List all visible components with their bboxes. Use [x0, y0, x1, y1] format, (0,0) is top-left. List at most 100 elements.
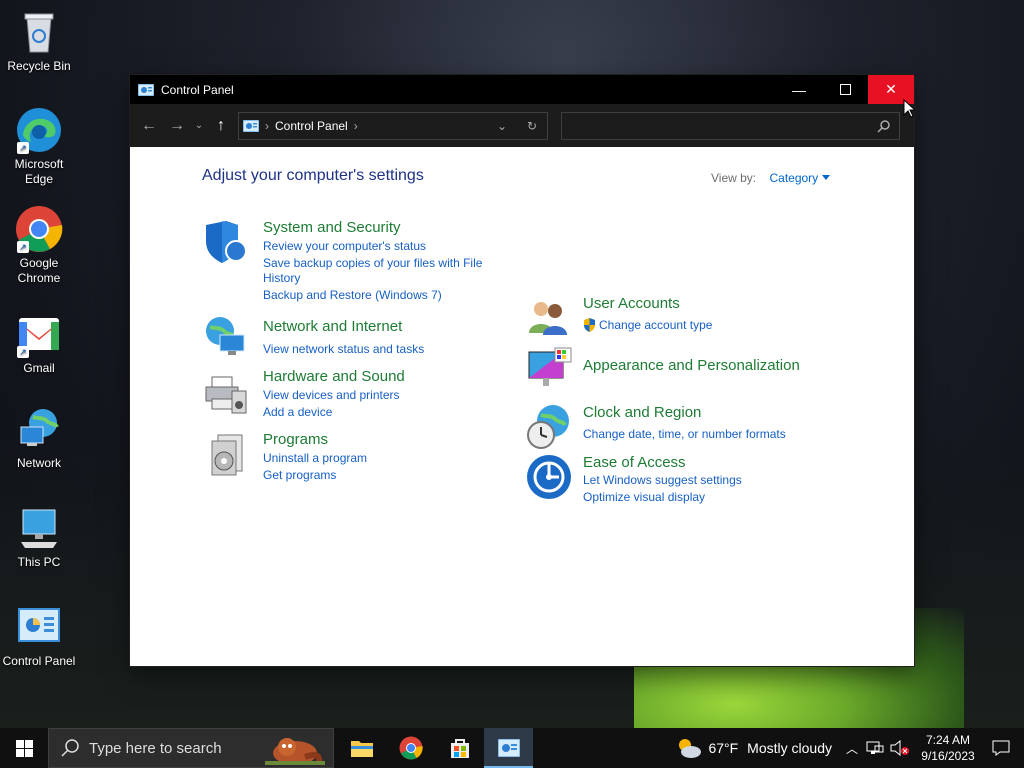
- edge-icon: ↗: [15, 106, 63, 154]
- up-button[interactable]: ↑: [207, 112, 235, 140]
- red-panda-search-highlight-icon: [265, 738, 325, 765]
- link-devices-printers[interactable]: View devices and printers: [263, 388, 400, 403]
- breadcrumb-separator-icon[interactable]: ›: [354, 119, 358, 133]
- desktop-icon-label: Microsoft Edge: [14, 157, 64, 186]
- clock-time: 7:24 AM: [925, 733, 971, 747]
- address-dropdown-button[interactable]: ⌄: [487, 119, 517, 133]
- ease-of-access-icon[interactable]: [525, 453, 573, 501]
- link-add-device[interactable]: Add a device: [263, 405, 332, 420]
- taskbar-control-panel[interactable]: [484, 728, 533, 768]
- category-clock-and-region[interactable]: Clock and Region: [583, 404, 701, 421]
- uac-shield-icon: [584, 318, 595, 332]
- recycle-bin-icon: [15, 8, 63, 56]
- refresh-icon: ↻: [526, 118, 538, 133]
- desktop-icon-edge[interactable]: ↗ Microsoft Edge: [0, 106, 78, 187]
- chevron-down-icon: ⌄: [496, 118, 508, 133]
- shortcut-arrow-icon: ↗: [17, 142, 29, 154]
- view-by-control: View by: Category: [711, 171, 831, 185]
- start-button[interactable]: [0, 728, 48, 768]
- search-box[interactable]: [561, 111, 900, 140]
- chevron-up-icon: ︿: [845, 741, 858, 756]
- taskbar: Type here to search 67°F Mostly cloudy ︿…: [0, 728, 1024, 768]
- forward-button[interactable]: →: [163, 112, 191, 140]
- link-backup-restore[interactable]: Backup and Restore (Windows 7): [263, 288, 442, 303]
- show-hidden-icons-button[interactable]: ︿: [846, 740, 858, 757]
- category-network-and-internet[interactable]: Network and Internet: [263, 318, 402, 335]
- taskbar-search-box[interactable]: Type here to search: [48, 728, 334, 768]
- taskbar-file-explorer[interactable]: [337, 728, 386, 768]
- up-arrow-icon: ↑: [217, 116, 225, 134]
- desktop-icon-this-pc[interactable]: This PC: [0, 504, 78, 570]
- link-optimize-display[interactable]: Optimize visual display: [583, 490, 705, 505]
- user-accounts-icon[interactable]: [525, 293, 573, 341]
- clock-date: 9/16/2023: [921, 749, 975, 763]
- view-by-dropdown[interactable]: Category: [769, 171, 818, 185]
- windows-logo-icon: [15, 739, 33, 757]
- refresh-button[interactable]: ↻: [517, 119, 547, 133]
- window-title: Control Panel: [161, 82, 234, 97]
- desktop-icon-chrome[interactable]: ↗ Google Chrome: [0, 205, 78, 286]
- category-user-accounts[interactable]: User Accounts: [583, 295, 680, 312]
- folder-icon: [350, 741, 373, 757]
- link-review-status[interactable]: Review your computer's status: [263, 239, 426, 254]
- recent-locations-button[interactable]: ⌄: [191, 112, 207, 140]
- desktop-icon-network[interactable]: Network: [0, 405, 78, 471]
- search-icon: [61, 739, 79, 757]
- category-ease-of-access[interactable]: Ease of Access: [583, 454, 686, 471]
- forward-arrow-icon: →: [169, 116, 185, 134]
- category-programs[interactable]: Programs: [263, 431, 328, 448]
- address-bar[interactable]: › Control Panel › ⌄ ↻: [238, 111, 548, 140]
- system-tray: 67°F Mostly cloudy ︿ 7:24 AM 9/16/2023: [676, 728, 1024, 768]
- gmail-icon: ↗: [15, 310, 63, 358]
- page-title: Adjust your computer's settings: [202, 167, 424, 184]
- category-appearance-and-personalization[interactable]: Appearance and Personalization: [583, 357, 800, 374]
- taskbar-search-placeholder: Type here to search: [89, 739, 222, 757]
- breadcrumb-separator-icon[interactable]: ›: [265, 119, 269, 133]
- link-suggest-settings[interactable]: Let Windows suggest settings: [583, 473, 742, 488]
- navigation-bar: ← → ⌄ ↑ › Control Panel › ⌄ ↻: [130, 104, 914, 147]
- desktop-icon-recycle-bin[interactable]: Recycle Bin: [0, 8, 78, 74]
- category-system-and-security[interactable]: System and Security: [263, 219, 401, 236]
- programs-icon[interactable]: [202, 431, 250, 479]
- desktop-icon-control-panel[interactable]: Control Panel: [0, 603, 78, 669]
- minimize-button[interactable]: —: [776, 75, 822, 104]
- link-file-history[interactable]: Save backup copies of your files with Fi…: [263, 256, 482, 271]
- desktop-icon-label: Gmail: [23, 361, 55, 375]
- volume-muted-icon[interactable]: [890, 740, 910, 756]
- clock[interactable]: 7:24 AM 9/16/2023: [916, 732, 980, 764]
- shield-icon[interactable]: [202, 219, 250, 267]
- notifications-icon[interactable]: [992, 740, 1010, 756]
- category-hardware-and-sound[interactable]: Hardware and Sound: [263, 368, 405, 385]
- chrome-icon: [399, 736, 423, 760]
- content-area: Adjust your computer's settings View by:…: [130, 147, 914, 666]
- weather-widget[interactable]: 67°F Mostly cloudy: [676, 737, 832, 759]
- back-button[interactable]: ←: [135, 112, 163, 140]
- link-change-account-type[interactable]: Change account type: [599, 318, 712, 333]
- network-status-icon[interactable]: [866, 740, 884, 756]
- network-internet-icon[interactable]: [202, 315, 250, 363]
- maximize-button[interactable]: [822, 75, 868, 104]
- mouse-cursor-icon: [903, 99, 915, 118]
- weather-condition: Mostly cloudy: [747, 740, 832, 756]
- desktop-icon-gmail[interactable]: ↗ Gmail: [0, 310, 78, 376]
- title-bar[interactable]: Control Panel — ✕: [130, 75, 914, 104]
- weather-temp: 67°F: [708, 740, 739, 756]
- link-get-programs[interactable]: Get programs: [263, 468, 336, 483]
- back-arrow-icon: ←: [141, 116, 157, 134]
- maximize-icon: [839, 84, 851, 95]
- desktop-icon-label: This PC: [17, 555, 61, 569]
- taskbar-microsoft-store[interactable]: [435, 728, 484, 768]
- breadcrumb-control-panel[interactable]: Control Panel: [275, 119, 348, 133]
- taskbar-chrome[interactable]: [386, 728, 435, 768]
- link-file-history-cont[interactable]: History: [263, 271, 300, 286]
- link-date-time-formats[interactable]: Change date, time, or number formats: [583, 427, 786, 442]
- link-uninstall-program[interactable]: Uninstall a program: [263, 451, 367, 466]
- clock-globe-icon[interactable]: [525, 403, 573, 451]
- printer-icon[interactable]: [202, 369, 250, 417]
- search-input[interactable]: [568, 112, 872, 139]
- link-network-status[interactable]: View network status and tasks: [263, 342, 424, 357]
- caret-down-icon: [822, 175, 831, 180]
- search-icon: [877, 119, 890, 133]
- appearance-icon[interactable]: [525, 346, 573, 394]
- computer-icon: [15, 504, 63, 552]
